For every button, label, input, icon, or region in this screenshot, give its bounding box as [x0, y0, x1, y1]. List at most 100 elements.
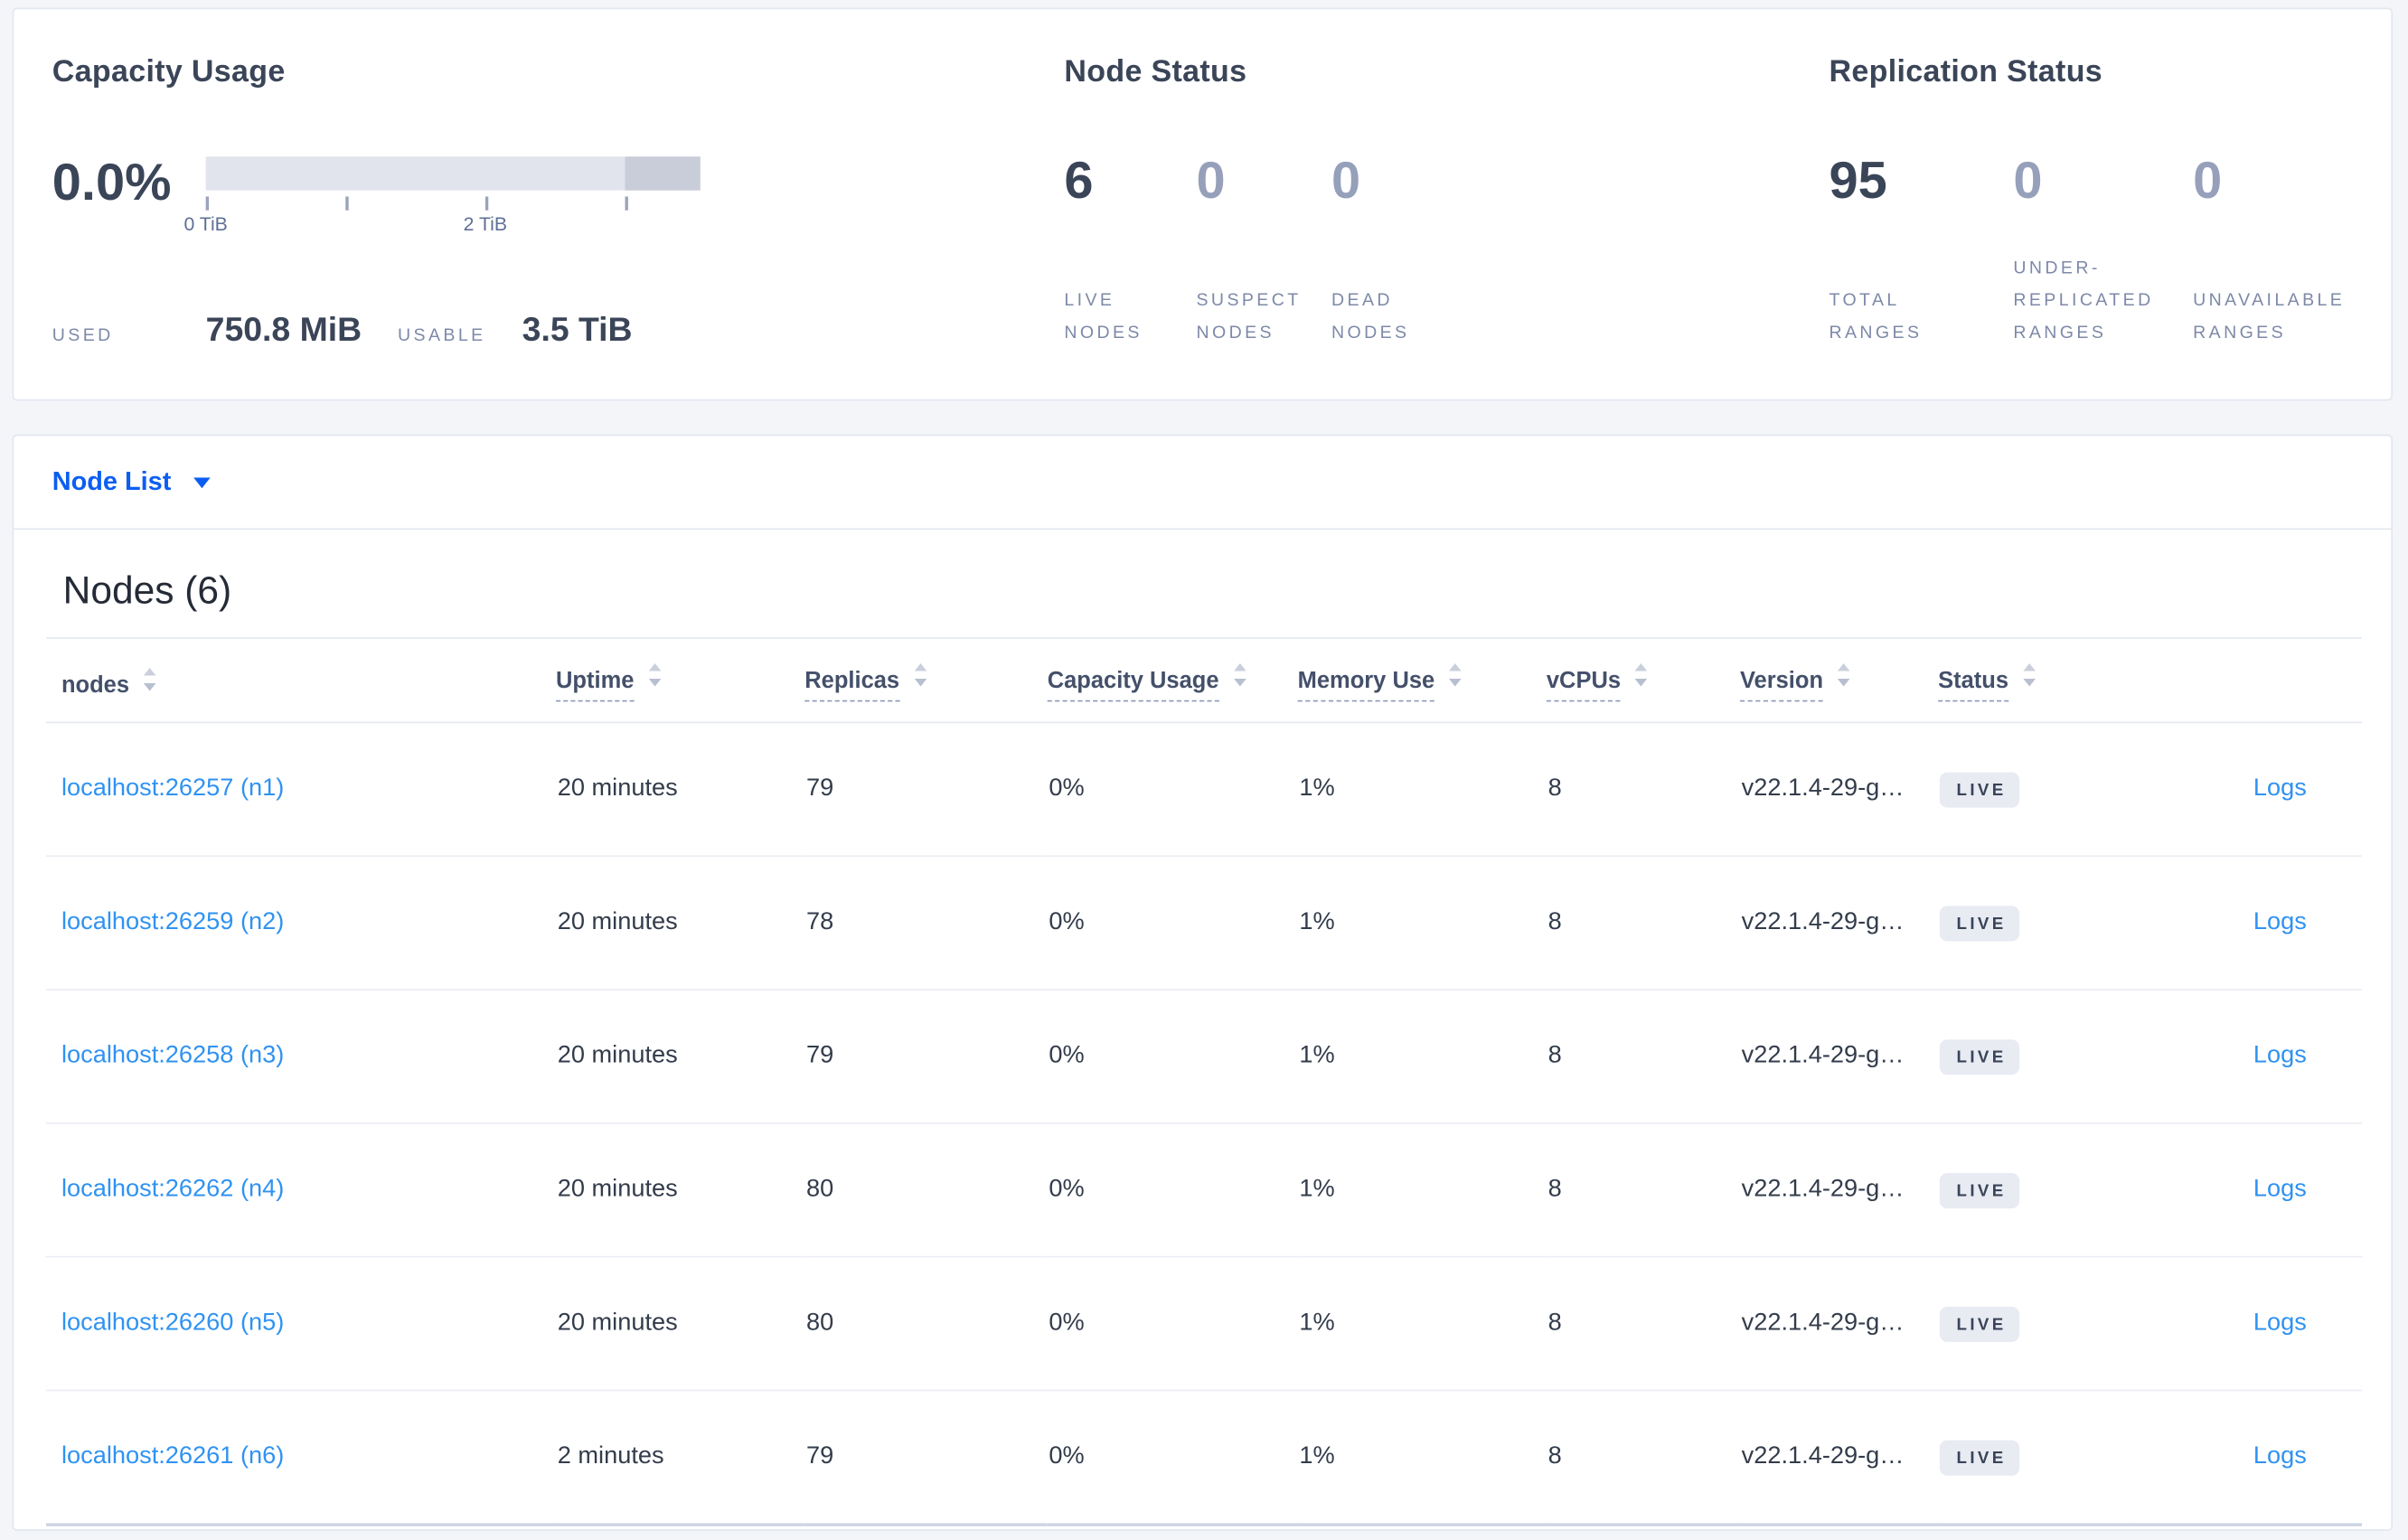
axis-tick — [205, 196, 210, 211]
cluster-summary-card: Capacity Usage 0.0% 0 TiB 2 TiB USED 750… — [12, 7, 2394, 401]
column-header-replicas[interactable]: Replicas — [804, 638, 1047, 722]
memory-use-cell: 1% — [1299, 1310, 1335, 1337]
node-list-panel: Node List Nodes (6) nodes Uptime Replica… — [12, 434, 2394, 1531]
live-nodes-value: 6 — [1064, 152, 1094, 211]
status-badge: LIVE — [1939, 771, 2020, 807]
suspect-nodes-label: SUSPECT NODES — [1196, 291, 1302, 343]
column-header-logs — [2135, 638, 2362, 722]
version-cell: v22.1.4-29-g… — [1741, 1443, 1905, 1470]
vcpus-cell: 8 — [1547, 1443, 1562, 1470]
sort-icon[interactable] — [2022, 662, 2036, 692]
usable-value: 3.5 TiB — [522, 310, 633, 349]
capacity-bar — [205, 156, 701, 191]
under-replicated-ranges-stat: 0 UNDER-REPLICATED RANGES — [2013, 151, 2189, 351]
capacity-usage-cell: 0% — [1049, 908, 1085, 935]
axis-tick — [484, 196, 489, 211]
vcpus-cell: 8 — [1547, 908, 1562, 935]
version-cell: v22.1.4-29-g… — [1741, 1042, 1905, 1069]
table-header-row: nodes Uptime Replicas Capacity Usage Mem — [45, 637, 2363, 723]
status-badge: LIVE — [1939, 1305, 2020, 1342]
unavailable-ranges-stat: 0 UNAVAILABLE RANGES — [2193, 151, 2365, 351]
node-link[interactable]: localhost:26262 (n4) — [61, 1176, 284, 1202]
node-list-dropdown-label[interactable]: Node List — [52, 466, 172, 497]
sort-icon[interactable] — [913, 662, 927, 692]
capacity-usage-cell: 0% — [1049, 1443, 1085, 1470]
version-cell: v22.1.4-29-g… — [1741, 1310, 1905, 1337]
capacity-usage-cell: 0% — [1049, 1310, 1085, 1337]
memory-use-cell: 1% — [1299, 1042, 1335, 1069]
capacity-usage-bar-chart: 0 TiB 2 TiB — [183, 156, 701, 242]
memory-use-cell: 1% — [1299, 775, 1335, 802]
table-row: localhost:26261 (n6) 2 minutes 79 0% 1% … — [45, 1390, 2363, 1526]
node-link[interactable]: localhost:26257 (n1) — [61, 775, 284, 802]
version-cell: v22.1.4-29-g… — [1741, 775, 1905, 802]
used-label: USED — [52, 326, 114, 346]
sort-icon[interactable] — [1448, 662, 1462, 692]
replicas-cell: 80 — [805, 1176, 834, 1203]
node-status-title: Node Status — [1064, 55, 1247, 89]
logs-link[interactable]: Logs — [2253, 775, 2307, 802]
unavailable-ranges-label: UNAVAILABLE RANGES — [2193, 291, 2346, 343]
table-row: localhost:26257 (n1) 20 minutes 79 0% 1%… — [45, 722, 2363, 857]
logs-link[interactable]: Logs — [2253, 1310, 2307, 1336]
column-header-capacity-usage[interactable]: Capacity Usage — [1047, 638, 1298, 722]
table-row: localhost:26260 (n5) 20 minutes 80 0% 1%… — [45, 1257, 2363, 1391]
status-badge: LIVE — [1939, 1038, 2020, 1075]
column-header-memory-use[interactable]: Memory Use — [1297, 638, 1547, 722]
nodes-heading: Nodes (6) — [62, 569, 232, 613]
sort-icon[interactable] — [143, 667, 156, 697]
node-link[interactable]: localhost:26259 (n2) — [61, 909, 284, 935]
capacity-bar-reserved-segment — [625, 156, 701, 191]
node-link[interactable]: localhost:26258 (n3) — [61, 1043, 284, 1069]
column-header-nodes[interactable]: nodes — [46, 638, 556, 722]
column-header-version[interactable]: Version — [1739, 638, 1938, 722]
capacity-legend: USED 750.8 MiB USABLE 3.5 TiB — [52, 310, 633, 350]
total-ranges-label: TOTAL RANGES — [1829, 291, 1923, 343]
axis-tick-label: 2 TiB — [463, 213, 508, 235]
cluster-overview-page: Capacity Usage 0.0% 0 TiB 2 TiB USED 750… — [0, 0, 2408, 1540]
vcpus-cell: 8 — [1547, 775, 1562, 802]
axis-tick-label: 0 TiB — [183, 213, 228, 235]
dead-nodes-label: DEAD NODES — [1331, 291, 1410, 343]
column-header-uptime[interactable]: Uptime — [556, 638, 804, 722]
logs-link[interactable]: Logs — [2253, 909, 2307, 935]
uptime-cell: 20 minutes — [557, 1176, 678, 1203]
capacity-usage-title: Capacity Usage — [52, 55, 286, 89]
under-replicated-ranges-value: 0 — [2013, 152, 2043, 211]
logs-link[interactable]: Logs — [2253, 1043, 2307, 1069]
uptime-cell: 20 minutes — [557, 1042, 678, 1069]
column-header-status[interactable]: Status — [1938, 638, 2134, 722]
vcpus-cell: 8 — [1547, 1042, 1562, 1069]
axis-tick — [345, 196, 349, 211]
logs-link[interactable]: Logs — [2253, 1443, 2307, 1470]
capacity-usage-cell: 0% — [1049, 1042, 1085, 1069]
sort-icon[interactable] — [1233, 662, 1246, 692]
column-header-vcpus[interactable]: vCPUs — [1546, 638, 1740, 722]
node-list-dropdown[interactable]: Node List — [14, 437, 2392, 531]
capacity-usage-cell: 0% — [1049, 775, 1085, 802]
memory-use-cell: 1% — [1299, 1176, 1335, 1203]
version-cell: v22.1.4-29-g… — [1741, 908, 1905, 935]
sort-icon[interactable] — [1634, 662, 1648, 692]
node-link[interactable]: localhost:26260 (n5) — [61, 1310, 284, 1336]
vcpus-cell: 8 — [1547, 1176, 1562, 1203]
capacity-used-percent: 0.0% — [52, 153, 172, 212]
total-ranges-value: 95 — [1829, 152, 1887, 211]
table-row: localhost:26258 (n3) 20 minutes 79 0% 1%… — [45, 990, 2363, 1123]
memory-use-cell: 1% — [1299, 1443, 1335, 1470]
used-value: 750.8 MiB — [205, 310, 362, 349]
vcpus-cell: 8 — [1547, 1310, 1562, 1337]
capacity-usage-cell: 0% — [1049, 1176, 1085, 1203]
sort-icon[interactable] — [648, 662, 662, 692]
status-badge: LIVE — [1939, 1172, 2020, 1208]
version-cell: v22.1.4-29-g… — [1741, 1176, 1905, 1203]
replication-status-title: Replication Status — [1829, 55, 2103, 89]
sort-icon[interactable] — [1837, 662, 1850, 692]
uptime-cell: 20 minutes — [557, 775, 678, 802]
node-link[interactable]: localhost:26261 (n6) — [61, 1443, 284, 1470]
logs-link[interactable]: Logs — [2253, 1176, 2307, 1202]
dead-nodes-stat: 0 DEAD NODES — [1331, 151, 1454, 351]
uptime-cell: 20 minutes — [557, 908, 678, 935]
nodes-table: nodes Uptime Replicas Capacity Usage Mem — [45, 637, 2363, 1526]
dead-nodes-value: 0 — [1331, 152, 1361, 211]
